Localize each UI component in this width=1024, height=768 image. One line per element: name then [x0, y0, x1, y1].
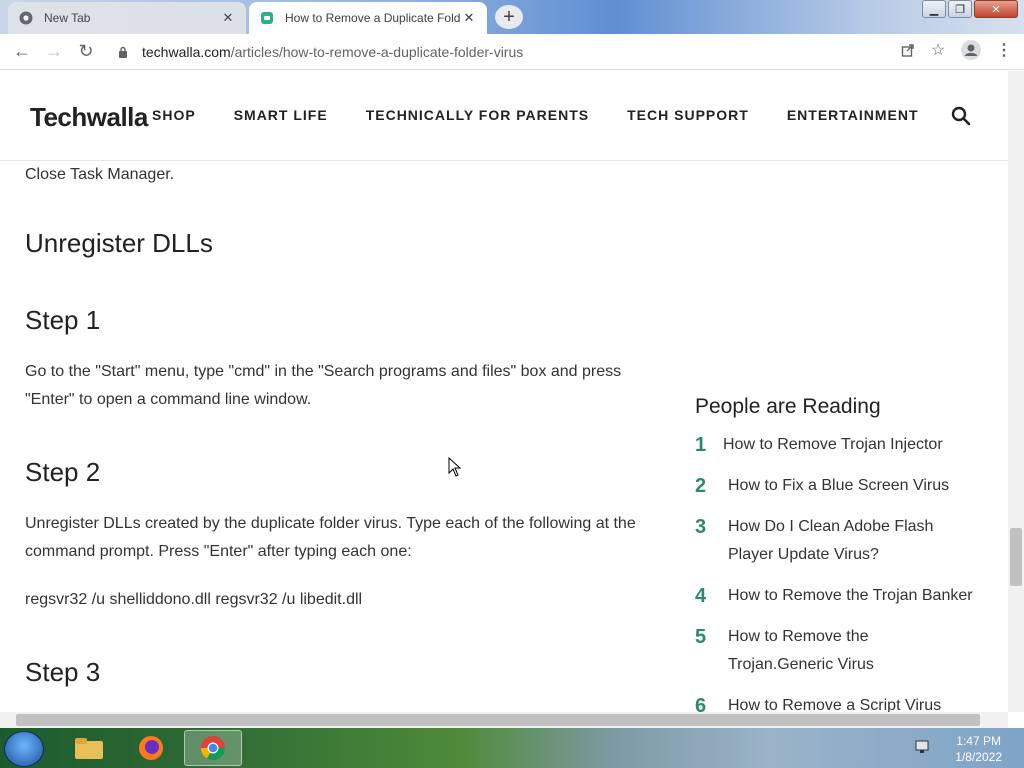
- sidebar-title: People are Reading: [695, 395, 881, 418]
- horizontal-scroll-thumb[interactable]: [16, 714, 980, 726]
- list-item[interactable]: 1 How to Remove Trojan Injector: [695, 431, 995, 459]
- close-tab-icon[interactable]: ✕: [220, 10, 236, 26]
- command-text: regsvr32 /u shelliddono.dll regsvr32 /u …: [25, 591, 363, 608]
- chrome-icon: [18, 10, 34, 26]
- clock-time: 1:47 PM: [956, 734, 1001, 748]
- vertical-scroll-thumb[interactable]: [1010, 528, 1022, 586]
- url-host: techwalla.com: [142, 44, 231, 60]
- search-icon[interactable]: [950, 105, 972, 127]
- close-window-button[interactable]: ✕: [974, 0, 1018, 18]
- list-item-link[interactable]: How to Remove the Trojan Banker: [728, 582, 986, 610]
- chrome-taskbar-button[interactable]: [184, 730, 242, 766]
- share-icon[interactable]: [896, 38, 920, 62]
- site-header: Techwalla SHOP SMART LIFE TECHNICALLY FO…: [0, 71, 1008, 161]
- browser-toolbar: ← → ↻ techwalla.com/articles/how-to-remo…: [0, 34, 1024, 70]
- file-explorer-taskbar-button[interactable]: [60, 730, 118, 766]
- profile-avatar-icon[interactable]: [956, 38, 986, 62]
- section-heading: Unregister DLLs: [25, 228, 213, 258]
- nav-item-entertainment[interactable]: ENTERTAINMENT: [787, 107, 919, 123]
- network-icon[interactable]: [914, 738, 930, 754]
- tab-title: New Tab: [44, 11, 91, 25]
- nav-item-shop[interactable]: SHOP: [152, 107, 196, 123]
- list-item-link[interactable]: How to Remove Trojan Injector: [723, 431, 981, 459]
- list-item-link[interactable]: How to Fix a Blue Screen Virus: [728, 472, 986, 500]
- menu-kebab-icon[interactable]: ⋮: [992, 38, 1016, 62]
- folder-icon: [75, 738, 103, 759]
- taskbar-clock[interactable]: 1:47 PM 1/8/2022: [955, 733, 1002, 765]
- start-button[interactable]: [4, 731, 44, 767]
- list-item-number: 5: [695, 626, 707, 648]
- address-bar[interactable]: techwalla.com/articles/how-to-remove-a-d…: [108, 38, 948, 66]
- window-controls: ▁ ❐ ✕: [922, 0, 1018, 18]
- nav-item-smart-life[interactable]: SMART LIFE: [234, 107, 328, 123]
- clock-date: 1/8/2022: [955, 750, 1002, 764]
- list-item-number: 6: [695, 695, 707, 712]
- step-2-text: Unregister DLLs created by the duplicate…: [25, 515, 636, 560]
- nav-item-tech-support[interactable]: TECH SUPPORT: [627, 107, 749, 123]
- forward-arrow-icon[interactable]: →: [38, 36, 70, 68]
- web-page: Techwalla SHOP SMART LIFE TECHNICALLY FO…: [0, 71, 1008, 712]
- list-item-number: 2: [695, 475, 707, 497]
- nav-item-technically-for-parents[interactable]: TECHNICALLY FOR PARENTS: [366, 107, 589, 123]
- minimize-button[interactable]: ▁: [922, 0, 946, 18]
- mouse-cursor-icon: [448, 456, 462, 477]
- tab-title: How to Remove a Duplicate Folder Virus: [285, 11, 461, 25]
- list-item-link[interactable]: How Do I Clean Adobe Flash Player Update…: [728, 513, 958, 569]
- restore-button[interactable]: ❐: [948, 0, 972, 18]
- list-item-number: 4: [695, 585, 707, 607]
- lock-icon: [118, 46, 132, 58]
- step-1-text: Go to the "Start" menu, type "cmd" in th…: [25, 363, 622, 408]
- list-item-link[interactable]: How to Remove the Trojan.Generic Virus: [728, 623, 928, 679]
- list-item[interactable]: 3 How Do I Clean Adobe Flash Player Upda…: [695, 513, 995, 569]
- new-tab-button[interactable]: +: [495, 5, 523, 29]
- step-2-title: Step 2: [25, 457, 101, 487]
- chrome-icon: [201, 736, 225, 761]
- site-logo[interactable]: Techwalla: [30, 102, 148, 133]
- back-arrow-icon[interactable]: ←: [6, 36, 38, 68]
- close-tab-icon[interactable]: ✕: [461, 10, 477, 26]
- people-are-reading: People are Reading 1 How to Remove Troja…: [695, 395, 995, 712]
- tab-new-tab[interactable]: New Tab ✕: [8, 2, 246, 34]
- list-item-link[interactable]: How to Remove a Script Virus: [728, 692, 986, 712]
- paragraph-close-task-manager: Close Task Manager.: [25, 166, 175, 183]
- list-item[interactable]: 4 How to Remove the Trojan Banker: [695, 582, 995, 610]
- firefox-taskbar-button[interactable]: [122, 730, 180, 766]
- bookmark-star-icon[interactable]: ☆: [926, 38, 950, 62]
- techwalla-favicon: [259, 10, 275, 26]
- step-1-title: Step 1: [25, 305, 101, 335]
- firefox-icon: [139, 736, 163, 760]
- site-nav: SHOP SMART LIFE TECHNICALLY FOR PARENTS …: [152, 107, 919, 123]
- list-item[interactable]: 2 How to Fix a Blue Screen Virus: [695, 472, 995, 500]
- list-item-number: 1: [695, 434, 707, 456]
- vertical-scrollbar[interactable]: [1008, 71, 1024, 712]
- step-3-title: Step 3: [25, 657, 101, 687]
- url-path: /articles/how-to-remove-a-duplicate-fold…: [230, 44, 524, 60]
- list-item[interactable]: 5 How to Remove the Trojan.Generic Virus: [695, 623, 995, 679]
- tab-active-article[interactable]: How to Remove a Duplicate Folder Virus ✕: [249, 2, 487, 34]
- reload-icon[interactable]: ↻: [70, 36, 102, 68]
- list-item[interactable]: 6 How to Remove a Script Virus: [695, 692, 995, 712]
- list-item-number: 3: [695, 516, 707, 538]
